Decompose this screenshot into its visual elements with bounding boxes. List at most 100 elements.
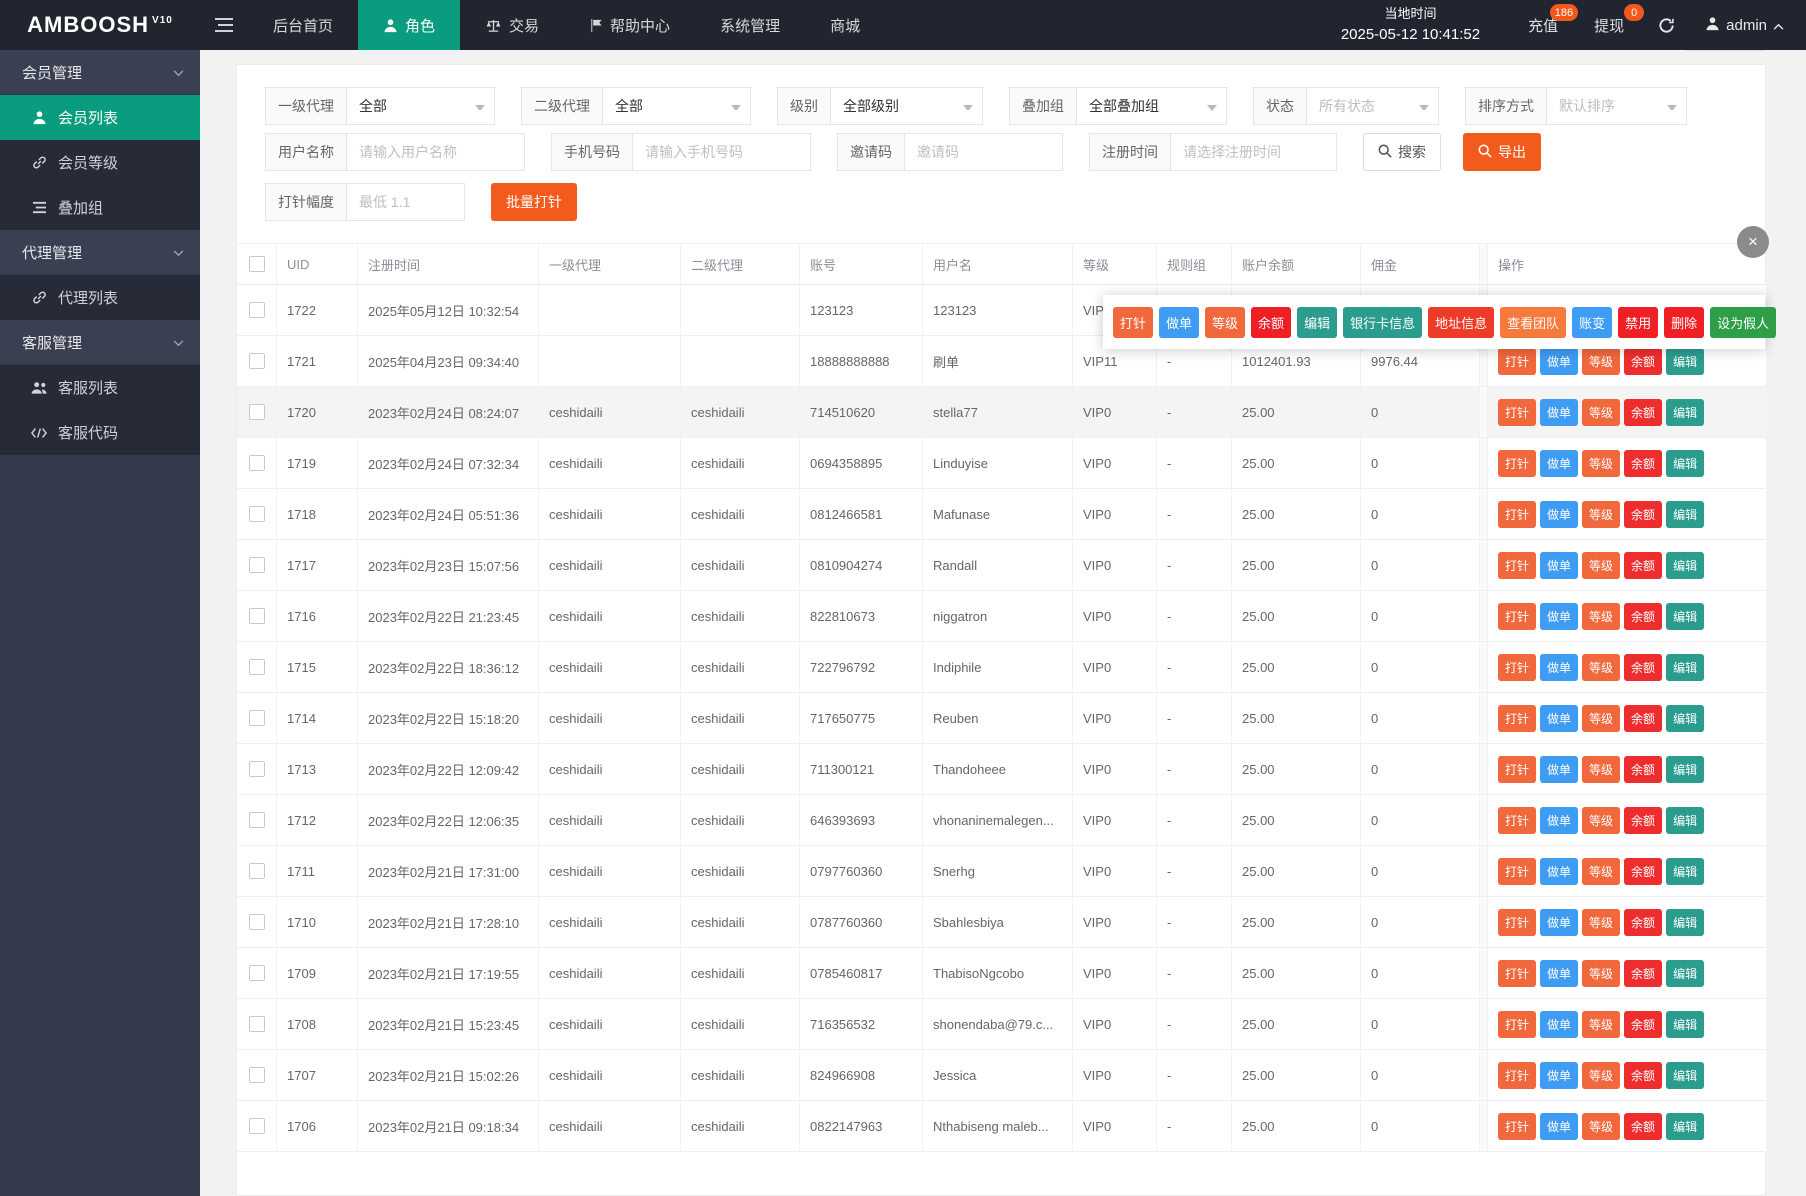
row-action-编辑[interactable]: 编辑 (1666, 653, 1705, 681)
row-checkbox[interactable] (248, 404, 265, 420)
batch-inject-button[interactable]: 批量打针 (491, 183, 577, 221)
row-checkbox[interactable] (248, 353, 265, 369)
row-action-编辑[interactable]: 编辑 (1666, 806, 1705, 834)
sidebar-item-会员列表[interactable]: 会员列表 (0, 95, 200, 140)
row-action-做单[interactable]: 做单 (1540, 857, 1579, 885)
row-action-等级[interactable]: 等级 (1582, 1112, 1621, 1140)
row-action-做单[interactable]: 做单 (1540, 1010, 1579, 1038)
row-action-打针[interactable]: 打针 (1498, 398, 1537, 426)
select-级别[interactable]: 全部级别 (831, 87, 983, 125)
row-action-打针[interactable]: 打针 (1498, 1010, 1537, 1038)
row-action-等级[interactable]: 等级 (1582, 602, 1621, 630)
user-menu[interactable]: admin (1691, 16, 1784, 35)
row-checkbox[interactable] (248, 1016, 265, 1032)
row-checkbox[interactable] (248, 608, 265, 624)
row-action-做单[interactable]: 做单 (1540, 347, 1579, 375)
sidebar-toggle-icon[interactable] (200, 0, 248, 50)
row-action-余额[interactable]: 余额 (1624, 653, 1663, 681)
sidebar-item-叠加组[interactable]: 叠加组 (0, 185, 200, 230)
nav-item-帮助中心[interactable]: 帮助中心 (564, 0, 695, 50)
row-action-余额[interactable]: 余额 (1624, 398, 1663, 426)
popup-action-设为假人[interactable]: 设为假人 (1710, 306, 1777, 338)
row-action-打针[interactable]: 打针 (1498, 1061, 1537, 1089)
row-action-打针[interactable]: 打针 (1498, 1112, 1537, 1140)
row-action-余额[interactable]: 余额 (1624, 500, 1663, 528)
row-action-做单[interactable]: 做单 (1540, 806, 1579, 834)
row-action-编辑[interactable]: 编辑 (1666, 398, 1705, 426)
row-action-做单[interactable]: 做单 (1540, 1112, 1579, 1140)
sidebar-item-客服列表[interactable]: 客服列表 (0, 365, 200, 410)
sidebar-group-客服管理[interactable]: 客服管理 (0, 320, 200, 365)
row-action-等级[interactable]: 等级 (1582, 551, 1621, 579)
row-action-等级[interactable]: 等级 (1582, 959, 1621, 987)
nav-item-商城[interactable]: 商城 (805, 0, 885, 50)
row-action-做单[interactable]: 做单 (1540, 449, 1579, 477)
popup-action-余额[interactable]: 余额 (1251, 306, 1292, 338)
row-action-编辑[interactable]: 编辑 (1666, 1112, 1705, 1140)
sidebar-group-会员管理[interactable]: 会员管理 (0, 50, 200, 95)
邀请码-input[interactable] (917, 144, 1050, 160)
row-checkbox[interactable] (248, 863, 265, 879)
popup-action-打针[interactable]: 打针 (1113, 306, 1154, 338)
row-checkbox[interactable] (248, 761, 265, 777)
row-action-余额[interactable]: 余额 (1624, 602, 1663, 630)
search-button[interactable]: 搜索 (1363, 133, 1441, 171)
nav-item-系统管理[interactable]: 系统管理 (695, 0, 805, 50)
row-action-打针[interactable]: 打针 (1498, 551, 1537, 579)
row-action-等级[interactable]: 等级 (1582, 857, 1621, 885)
select-二级代理[interactable]: 全部 (603, 87, 751, 125)
recharge-button[interactable]: 充值 186 (1510, 0, 1579, 50)
注册时间-input[interactable] (1183, 144, 1324, 160)
row-action-等级[interactable]: 等级 (1582, 653, 1621, 681)
row-action-做单[interactable]: 做单 (1540, 704, 1579, 732)
row-checkbox[interactable] (248, 1118, 265, 1134)
row-action-打针[interactable]: 打针 (1498, 857, 1537, 885)
row-checkbox[interactable] (248, 302, 265, 318)
row-action-编辑[interactable]: 编辑 (1666, 602, 1705, 630)
sidebar-item-客服代码[interactable]: 客服代码 (0, 410, 200, 455)
row-checkbox[interactable] (248, 914, 265, 930)
row-action-做单[interactable]: 做单 (1540, 908, 1579, 936)
row-action-编辑[interactable]: 编辑 (1666, 704, 1705, 732)
popup-action-账变[interactable]: 账变 (1572, 306, 1613, 338)
row-action-编辑[interactable]: 编辑 (1666, 449, 1705, 477)
row-action-编辑[interactable]: 编辑 (1666, 908, 1705, 936)
popup-action-地址信息[interactable]: 地址信息 (1428, 306, 1495, 338)
row-action-余额[interactable]: 余额 (1624, 755, 1663, 783)
refresh-icon[interactable] (1642, 17, 1691, 34)
row-checkbox[interactable] (248, 455, 265, 471)
row-action-等级[interactable]: 等级 (1582, 755, 1621, 783)
export-button[interactable]: 导出 (1463, 133, 1541, 171)
row-action-做单[interactable]: 做单 (1540, 755, 1579, 783)
row-action-编辑[interactable]: 编辑 (1666, 1010, 1705, 1038)
popup-action-做单[interactable]: 做单 (1159, 306, 1200, 338)
row-action-编辑[interactable]: 编辑 (1666, 500, 1705, 528)
inject-range-input[interactable] (359, 194, 452, 210)
nav-item-后台首页[interactable]: 后台首页 (248, 0, 358, 50)
row-action-余额[interactable]: 余额 (1624, 857, 1663, 885)
close-icon[interactable]: × (1737, 226, 1769, 258)
popup-action-查看团队[interactable]: 查看团队 (1500, 306, 1567, 338)
row-action-余额[interactable]: 余额 (1624, 1010, 1663, 1038)
nav-item-交易[interactable]: 交易 (460, 0, 564, 50)
row-action-打针[interactable]: 打针 (1498, 653, 1537, 681)
row-action-打针[interactable]: 打针 (1498, 959, 1537, 987)
row-action-等级[interactable]: 等级 (1582, 347, 1621, 375)
row-action-余额[interactable]: 余额 (1624, 551, 1663, 579)
select-一级代理[interactable]: 全部 (347, 87, 495, 125)
row-action-做单[interactable]: 做单 (1540, 653, 1579, 681)
row-action-编辑[interactable]: 编辑 (1666, 857, 1705, 885)
popup-action-删除[interactable]: 删除 (1664, 306, 1705, 338)
sidebar-group-代理管理[interactable]: 代理管理 (0, 230, 200, 275)
row-action-等级[interactable]: 等级 (1582, 908, 1621, 936)
row-action-等级[interactable]: 等级 (1582, 1010, 1621, 1038)
row-action-等级[interactable]: 等级 (1582, 500, 1621, 528)
row-checkbox[interactable] (248, 659, 265, 675)
popup-action-银行卡信息[interactable]: 银行卡信息 (1343, 306, 1423, 338)
row-action-做单[interactable]: 做单 (1540, 602, 1579, 630)
row-action-打针[interactable]: 打针 (1498, 908, 1537, 936)
row-action-打针[interactable]: 打针 (1498, 704, 1537, 732)
row-checkbox[interactable] (248, 1067, 265, 1083)
row-action-编辑[interactable]: 编辑 (1666, 347, 1705, 375)
row-action-等级[interactable]: 等级 (1582, 398, 1621, 426)
